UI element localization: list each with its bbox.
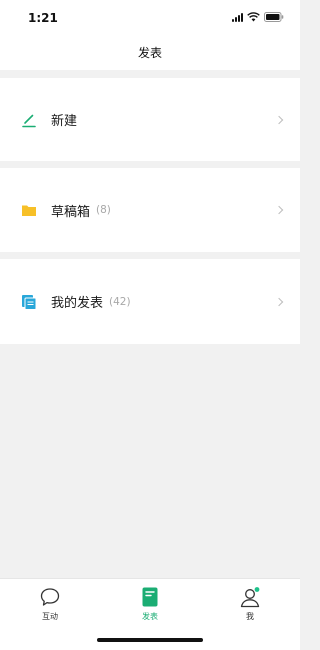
chevron-right-icon	[274, 115, 284, 124]
screen: 1:21 发表 新建 草稿箱 (8) 我的发表 (42) 互动 发表 我	[0, 0, 300, 650]
status-bar: 1:21	[0, 0, 300, 36]
cellular-signal-icon	[232, 12, 243, 22]
section-drafts: 草稿箱 (8)	[0, 168, 300, 252]
chat-bubble-icon	[39, 586, 61, 608]
tab-label-interaction: 互动	[42, 612, 58, 621]
notification-badge	[254, 587, 260, 592]
pencil-icon	[21, 112, 37, 128]
section-new: 新建	[0, 78, 300, 161]
drafts-row[interactable]: 草稿箱 (8)	[0, 168, 300, 252]
nav-bar: 发表	[0, 36, 300, 70]
status-icons	[232, 12, 284, 22]
home-indicator	[97, 638, 203, 642]
folder-icon	[21, 202, 37, 218]
page-title: 发表	[137, 46, 162, 60]
person-icon	[239, 586, 261, 608]
wifi-icon	[247, 12, 260, 22]
battery-icon	[264, 12, 284, 22]
row-label-my-posts: 我的发表	[51, 296, 104, 311]
chevron-right-icon	[274, 205, 284, 215]
tab-interaction[interactable]: 互动	[20, 586, 80, 626]
row-count-my-posts: (42)	[109, 295, 131, 308]
documents-icon	[21, 294, 37, 310]
chevron-right-icon	[274, 297, 284, 306]
my-posts-row[interactable]: 我的发表 (42)	[0, 259, 300, 344]
tab-label-me: 我	[246, 612, 254, 621]
new-post-row[interactable]: 新建	[0, 78, 300, 161]
row-count-drafts: (8)	[96, 204, 111, 216]
tab-me[interactable]: 我	[220, 586, 280, 626]
publish-doc-icon	[139, 586, 161, 608]
status-time: 1:21	[28, 11, 58, 25]
row-label-drafts: 草稿箱	[51, 204, 91, 220]
tab-label-publish: 发表	[142, 612, 158, 621]
row-label-new: 新建	[51, 114, 78, 129]
section-my-posts: 我的发表 (42)	[0, 259, 300, 344]
tab-publish[interactable]: 发表	[120, 586, 180, 626]
